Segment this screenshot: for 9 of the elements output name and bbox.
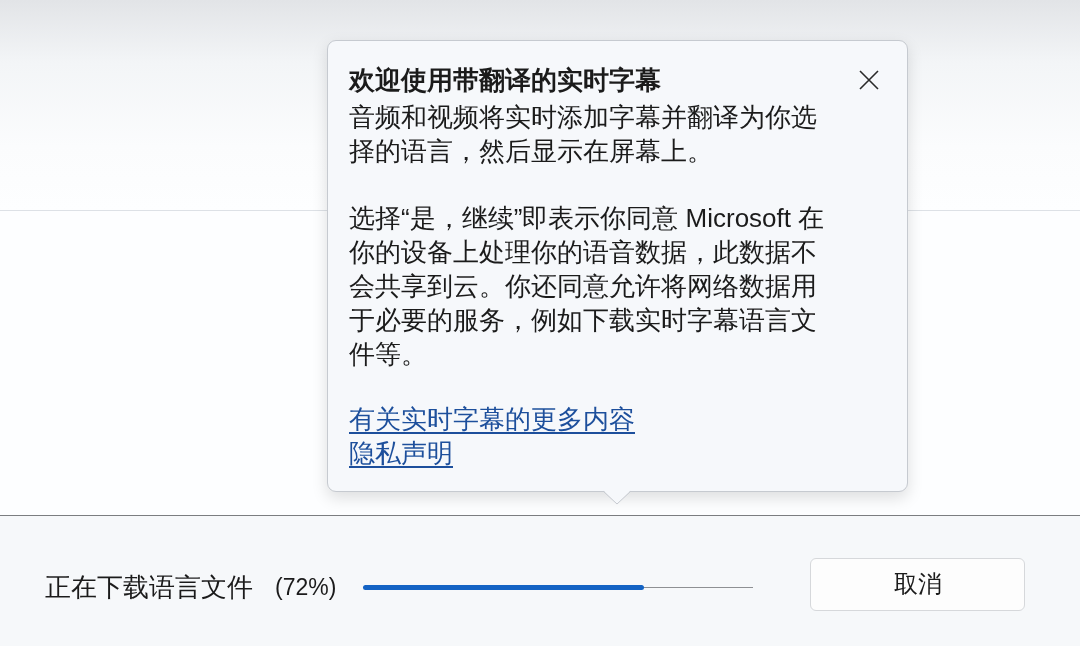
tip-link[interactable]: 隐私声明 (349, 436, 453, 470)
close-icon (859, 70, 879, 90)
tip-link[interactable]: 有关实时字幕的更多内容 (349, 402, 635, 436)
tip-title: 欢迎使用带翻译的实时字幕 (349, 65, 661, 96)
tip-paragraph: 音频和视频将实时添加字幕并翻译为你选择的语言，然后显示在屏幕上。 (349, 101, 818, 168)
download-percent-text: (72%) (275, 573, 337, 601)
tip-paragraph: 选择“是，继续”即表示你同意 Microsoft 在你的设备上处理你的语音数据，此数据不会共享到云。你还同意允许将网络数据用于必要的服务，例如下载实时字幕语言文件等。 (349, 202, 826, 371)
download-status-text: 正在下载语言文件 (45, 571, 253, 603)
cancel-button[interactable]: 取消 (810, 557, 1025, 611)
